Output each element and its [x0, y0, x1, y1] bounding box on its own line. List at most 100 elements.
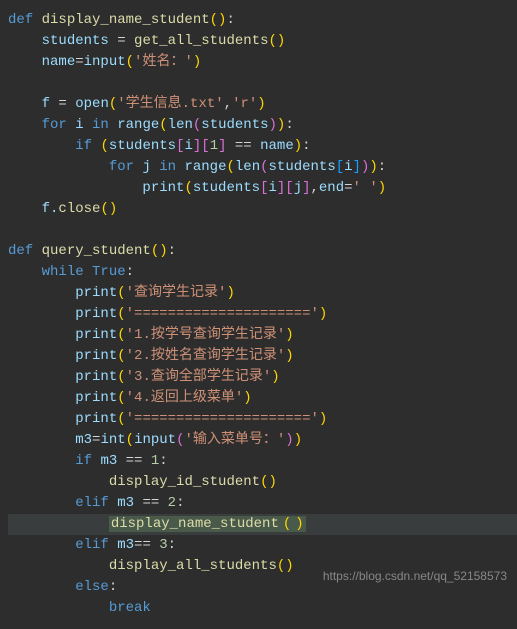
token-paren: ) — [257, 96, 265, 112]
code-line[interactable]: while True: — [8, 262, 517, 283]
token-paren: ) — [285, 348, 293, 364]
code-line[interactable]: print('=====================') — [8, 304, 517, 325]
token-paren: ( — [268, 33, 276, 49]
token-keyword: elif — [75, 537, 117, 553]
token-paren: ( — [117, 390, 125, 406]
code-line[interactable]: if m3 == 1: — [8, 451, 517, 472]
token-keyword: else — [75, 579, 109, 595]
token-func-name: display_name_student — [42, 12, 210, 28]
token-paren: ) — [285, 558, 293, 574]
token-func-name: display_id_student — [109, 474, 260, 490]
code-line[interactable]: print('3.查询全部学生记录') — [8, 367, 517, 388]
token-keyword: break — [109, 600, 151, 616]
token-paren: ) — [226, 285, 234, 301]
code-line[interactable]: m3=int(input('输入菜单号：')) — [8, 430, 517, 451]
token-builtin: print — [75, 306, 117, 322]
token-variable: f. — [42, 201, 59, 217]
token-paren: ( — [109, 96, 117, 112]
token-variable: m3 — [117, 537, 134, 553]
code-line[interactable]: def display_name_student(): — [8, 10, 517, 31]
code-line[interactable]: f = open('学生信息.txt','r') — [8, 94, 517, 115]
token-operator: , — [224, 96, 232, 112]
token-operator: = — [344, 180, 352, 196]
token-variable: j — [294, 180, 302, 196]
token-operator: == — [134, 537, 159, 553]
code-line[interactable]: if (students[i][1] == name): — [8, 136, 517, 157]
token-keyword: elif — [75, 495, 117, 511]
code-line[interactable]: display_name_student() — [8, 514, 517, 535]
token-variable: f — [42, 96, 59, 112]
code-line[interactable]: print('2.按姓名查询学生记录') — [8, 346, 517, 367]
token-string: '4.返回上级菜单' — [126, 390, 244, 406]
code-line[interactable]: print('1.按学号查询学生记录') — [8, 325, 517, 346]
token-variable: m3 — [117, 495, 142, 511]
code-line[interactable] — [8, 73, 517, 94]
code-line[interactable]: print('=====================') — [8, 409, 517, 430]
token-keyword: if — [75, 453, 100, 469]
token-keyword: in — [92, 117, 117, 133]
code-line[interactable]: for j in range(len(students[i])): — [8, 157, 517, 178]
token-paren: ) — [277, 33, 285, 49]
token-variable: m3 — [100, 453, 125, 469]
token-keyword: for — [109, 159, 143, 175]
token-operator: == — [142, 495, 167, 511]
token-variable: i — [184, 138, 192, 154]
token-variable: name — [260, 138, 294, 154]
token-paren: ) — [285, 327, 293, 343]
token-func-name: display_name_student — [109, 516, 281, 532]
token-paren2: ( — [260, 159, 268, 175]
token-operator: : — [168, 537, 176, 553]
token-variable: students — [201, 117, 268, 133]
token-variable: j — [142, 159, 159, 175]
token-variable: students — [193, 180, 260, 196]
token-builtin: len — [168, 117, 193, 133]
token-builtin: print — [75, 390, 117, 406]
code-line[interactable]: print('查询学生记录') — [8, 283, 517, 304]
token-paren: ( — [277, 558, 285, 574]
token-builtin: print — [75, 369, 117, 385]
token-paren: ( — [159, 117, 167, 133]
token-paren: ( — [184, 180, 192, 196]
token-paren: ( — [117, 411, 125, 427]
token-builtin: range — [184, 159, 226, 175]
token-operator: == — [126, 453, 151, 469]
token-builtin: print — [75, 327, 117, 343]
code-line[interactable]: f.close() — [8, 199, 517, 220]
token-func-name: get_all_students — [134, 33, 268, 49]
token-operator: = — [75, 54, 83, 70]
token-builtin: print — [75, 411, 117, 427]
token-paren: ( — [210, 12, 218, 28]
token-func-name: query_student — [42, 243, 151, 259]
code-line[interactable]: display_id_student() — [8, 472, 517, 493]
token-builtin: len — [235, 159, 260, 175]
token-variable: name — [42, 54, 76, 70]
code-line[interactable]: print('4.返回上级菜单') — [8, 388, 517, 409]
code-editor[interactable]: def display_name_student(): students = g… — [0, 0, 517, 629]
token-operator: : — [285, 117, 293, 133]
code-line[interactable]: students = get_all_students() — [8, 31, 517, 52]
code-line[interactable] — [8, 220, 517, 241]
token-variable: i — [344, 159, 352, 175]
code-line[interactable]: elif m3== 3: — [8, 535, 517, 556]
code-line[interactable]: for i in range(len(students)): — [8, 115, 517, 136]
token-paren: ( — [117, 369, 125, 385]
token-keyword: while — [42, 264, 92, 280]
code-line[interactable]: name=input('姓名：') — [8, 52, 517, 73]
code-line[interactable]: def query_student(): — [8, 241, 517, 262]
token-paren: ( — [117, 348, 125, 364]
token-builtin: print — [75, 348, 117, 364]
token-operator: = — [117, 33, 134, 49]
code-line[interactable]: break — [8, 598, 517, 619]
token-paren: ) — [378, 180, 386, 196]
code-line[interactable]: print(students[i][j],end=' ') — [8, 178, 517, 199]
token-variable: end — [319, 180, 344, 196]
token-number: 3 — [159, 537, 167, 553]
token-paren3: [ — [336, 159, 344, 175]
token-paren: ( — [117, 285, 125, 301]
code-line[interactable]: elif m3 == 2: — [8, 493, 517, 514]
token-keyword: in — [159, 159, 184, 175]
token-paren: ) — [369, 159, 377, 175]
token-string: '输入菜单号：' — [184, 432, 285, 448]
token-operator: == — [227, 138, 261, 154]
token-string: '=====================' — [126, 306, 319, 322]
